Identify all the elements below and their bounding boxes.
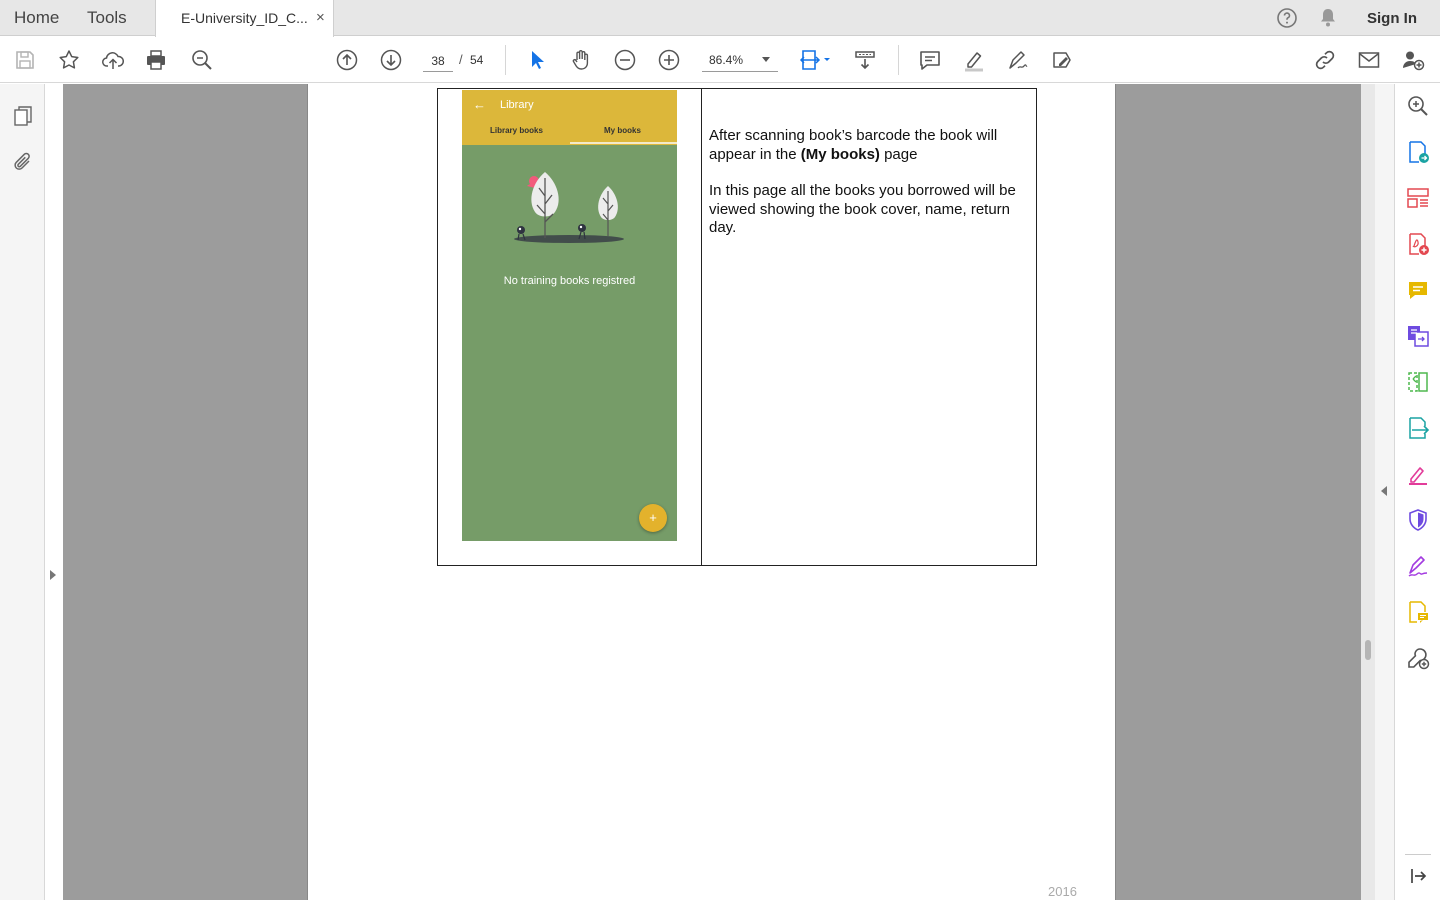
toolbar-divider: [505, 45, 506, 75]
my-books-emphasis: (My books): [800, 145, 880, 163]
send-comments-icon[interactable]: [1406, 600, 1430, 624]
protect-shield-icon[interactable]: [1406, 508, 1430, 532]
description-paragraph-1: After scanning book’s barcode the book w…: [709, 127, 998, 163]
tools-panel-divider: [1405, 854, 1431, 855]
next-page-icon[interactable]: [377, 46, 405, 74]
page-footer-text: 2016: [1048, 884, 1077, 899]
right-panel-gutter: [1375, 84, 1394, 900]
document-tab-title: E-University_ID_C...: [181, 10, 308, 26]
page-thumbnails-icon[interactable]: [11, 104, 35, 128]
fill-sign-icon[interactable]: [1406, 462, 1430, 486]
menu-bar: Home Tools E-University_ID_C... × Sign I…: [0, 0, 1440, 37]
add-user-icon[interactable]: [1399, 46, 1427, 74]
scrollbar-thumb[interactable]: [1365, 640, 1371, 660]
add-book-fab: +: [639, 504, 667, 532]
zoom-search-icon[interactable]: [188, 46, 216, 74]
tab-library-books: Library books: [490, 126, 543, 135]
content-table: ← Library Library books My books No trai…: [437, 88, 1037, 566]
table-column-divider: [701, 89, 702, 565]
description-text: After scanning book’s barcode the book w…: [709, 127, 1029, 256]
scroll-mode-icon[interactable]: [851, 46, 879, 74]
app-screenshot: ← Library Library books My books No trai…: [462, 90, 677, 541]
organize-pages-icon[interactable]: [1406, 186, 1430, 210]
compare-files-icon[interactable]: [1406, 370, 1430, 394]
zoom-out-icon[interactable]: [611, 46, 639, 74]
edit-redact-icon[interactable]: [1048, 46, 1076, 74]
tab-my-books: My books: [604, 126, 641, 135]
previous-page-icon[interactable]: [333, 46, 361, 74]
vertical-scrollbar[interactable]: [1361, 84, 1375, 900]
home-menu[interactable]: Home: [14, 0, 59, 36]
app-title: Library: [500, 99, 534, 111]
save-icon[interactable]: [11, 46, 39, 74]
sign-in-button[interactable]: Sign In: [1367, 0, 1417, 37]
zoom-level-value: 86.4%: [709, 53, 744, 67]
zoom-in-icon[interactable]: [655, 46, 683, 74]
expand-panel-icon[interactable]: [50, 570, 56, 580]
print-icon[interactable]: [142, 46, 170, 74]
toolbar: / 54 86.4%: [0, 37, 1440, 83]
tools-panel: [1394, 84, 1440, 900]
document-page: ← Library Library books My books No trai…: [307, 84, 1116, 900]
total-pages: 54: [470, 53, 484, 67]
description-paragraph-2: In this page all the books you borrowed …: [709, 182, 1016, 236]
back-arrow-icon: ←: [473, 97, 486, 112]
collapse-panel-icon[interactable]: [1381, 486, 1387, 496]
document-viewer[interactable]: ← Library Library books My books No trai…: [63, 84, 1361, 900]
select-cursor-icon[interactable]: [523, 46, 551, 74]
certificates-icon[interactable]: [1406, 554, 1430, 578]
send-for-review-icon[interactable]: [1406, 416, 1430, 440]
left-navigation-panel: [0, 84, 56, 900]
upload-cloud-icon[interactable]: [99, 46, 127, 74]
toolbar-divider: [898, 45, 899, 75]
chevron-down-icon: [762, 57, 770, 62]
enhance-scan-icon[interactable]: [1406, 94, 1430, 118]
combine-files-icon[interactable]: [1406, 324, 1430, 348]
more-tools-icon[interactable]: [1406, 646, 1430, 670]
attachments-icon[interactable]: [11, 150, 35, 174]
close-tab-icon[interactable]: ×: [316, 0, 325, 36]
trees-illustration-icon: [514, 172, 624, 243]
empty-state-message: No training books registred: [503, 275, 636, 287]
page-separator: /: [459, 52, 463, 67]
export-pdf-icon[interactable]: [1406, 140, 1430, 164]
create-pdf-icon[interactable]: [1406, 232, 1430, 256]
bookmark-star-icon[interactable]: [55, 46, 83, 74]
page-number-input[interactable]: [423, 50, 453, 72]
hand-tool-icon[interactable]: [567, 46, 595, 74]
notification-bell-icon[interactable]: [1316, 6, 1340, 30]
document-tab[interactable]: E-University_ID_C... ×: [155, 0, 334, 37]
highlight-icon[interactable]: [960, 46, 988, 74]
selected-tab-indicator: [570, 142, 677, 144]
collapse-tools-panel-icon[interactable]: [1406, 864, 1430, 888]
sign-icon[interactable]: [1004, 46, 1032, 74]
email-icon[interactable]: [1355, 46, 1383, 74]
app-bar: ← Library Library books My books: [462, 90, 677, 145]
help-icon[interactable]: [1275, 6, 1299, 30]
share-link-icon[interactable]: [1311, 46, 1339, 74]
comment-icon[interactable]: [916, 46, 944, 74]
zoom-level-dropdown[interactable]: 86.4%: [702, 50, 778, 72]
tools-menu[interactable]: Tools: [87, 0, 127, 36]
comment-tool-icon[interactable]: [1406, 278, 1430, 302]
fit-page-icon[interactable]: [796, 46, 836, 74]
